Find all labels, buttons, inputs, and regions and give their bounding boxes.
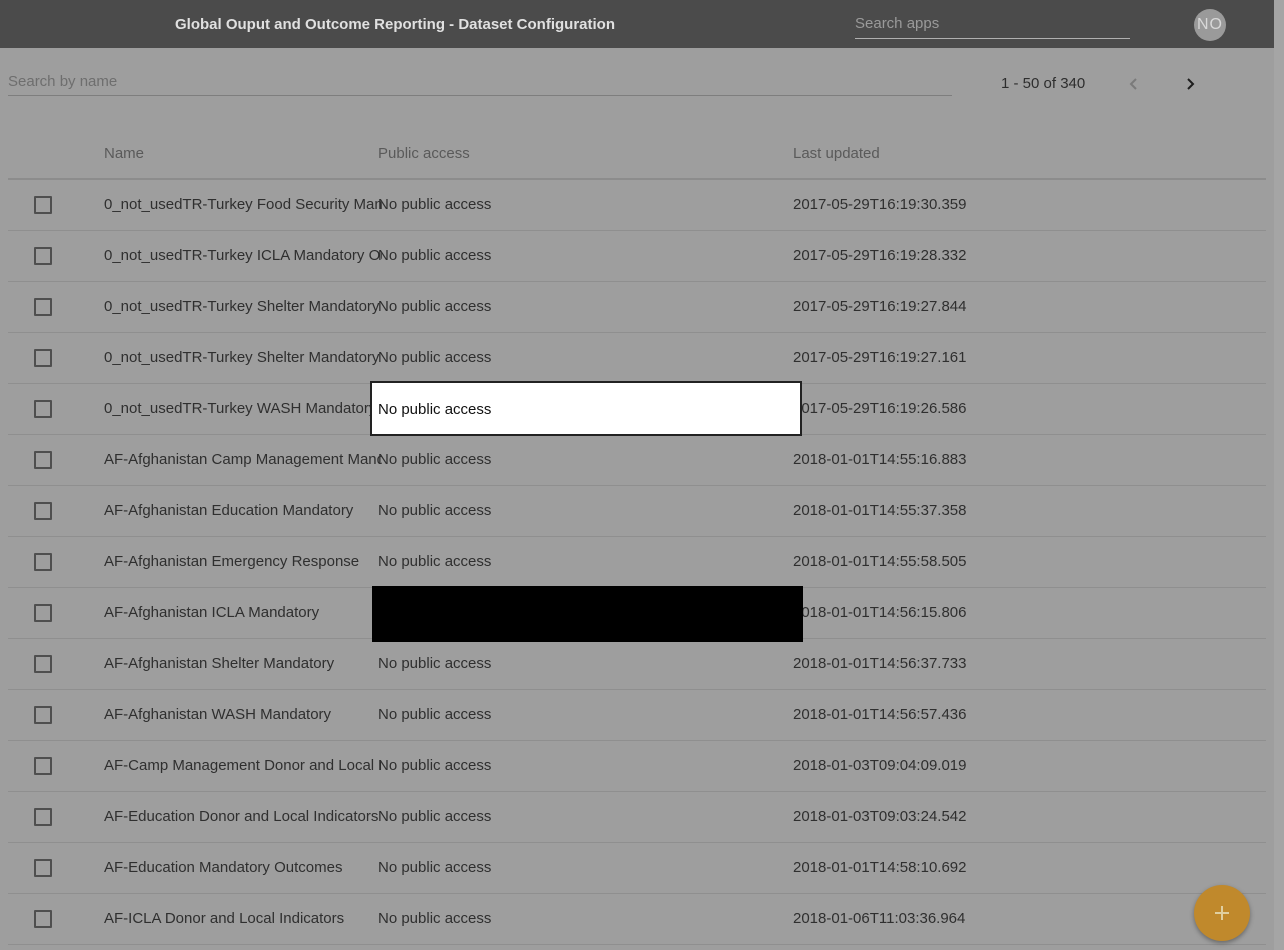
chevron-left-icon (1129, 78, 1137, 90)
chevron-right-icon (1187, 78, 1195, 90)
cell-name: 0_not_usedTR-Turkey WASH Mandatory (104, 400, 377, 417)
cell-public-access: No public access (378, 859, 492, 876)
table-row[interactable]: 0_not_usedTR-Turkey Food Security Mandat… (8, 180, 1266, 231)
row-checkbox[interactable] (34, 247, 52, 265)
row-checkbox[interactable] (34, 553, 52, 571)
cell-public-access: No public access (378, 553, 492, 570)
cell-name: AF-Afghanistan ICLA Mandatory (104, 604, 320, 621)
column-header-public-access[interactable]: Public access (378, 145, 470, 162)
add-dataset-button[interactable] (1194, 885, 1250, 941)
avatar[interactable]: NO (1194, 9, 1226, 41)
next-page-button[interactable] (1176, 70, 1204, 98)
cell-last-updated: 2018-01-01T14:55:58.505 (793, 553, 967, 570)
cell-name: AF-Afghanistan Camp Management Mandatory (104, 451, 382, 468)
cell-name: AF-Camp Management Donor and Local Indic… (104, 757, 382, 774)
previous-page-button[interactable] (1120, 70, 1148, 98)
table-row[interactable]: AF-Education Donor and Local Indicators N… (8, 792, 1266, 843)
row-checkbox[interactable] (34, 757, 52, 775)
column-header-name[interactable]: Name (104, 145, 144, 162)
cell-last-updated: 2018-01-01T14:58:10.692 (793, 859, 967, 876)
cell-public-access: No public access (378, 298, 492, 315)
row-checkbox[interactable] (34, 859, 52, 877)
table-header: Name Public access Last updated (8, 130, 1266, 180)
plus-icon (1215, 906, 1229, 920)
table-row[interactable]: AF-Afghanistan WASH Mandatory No public a… (8, 690, 1266, 741)
cell-public-access: No public access (378, 757, 492, 774)
scrollbar[interactable] (1274, 0, 1284, 950)
cell-public-access: No public access (378, 706, 492, 723)
table-row[interactable]: 0_not_usedTR-Turkey Shelter Mandatory No … (8, 282, 1266, 333)
table-body: 0_not_usedTR-Turkey Food Security Mandat… (8, 180, 1266, 945)
search-by-name-input[interactable] (8, 68, 952, 96)
app-title: Global Ouput and Outcome Reporting - Dat… (175, 16, 615, 33)
row-checkbox[interactable] (34, 349, 52, 367)
cell-name: 0_not_usedTR-Turkey ICLA Mandatory Outco… (104, 247, 382, 264)
cell-last-updated: 2017-05-29T16:19:27.844 (793, 298, 967, 315)
table-row[interactable]: AF-Afghanistan Emergency Response No publ… (8, 537, 1266, 588)
row-checkbox[interactable] (34, 706, 52, 724)
search-apps-input[interactable] (855, 8, 1130, 39)
cell-last-updated: 2018-01-01T14:55:16.883 (793, 451, 967, 468)
cell-public-access: No public access (378, 502, 492, 519)
cell-public-access: No public access (378, 247, 492, 264)
table-row[interactable]: 0_not_usedTR-Turkey ICLA Mandatory Outco… (8, 231, 1266, 282)
table-row[interactable]: AF-Camp Management Donor and Local Indic… (8, 741, 1266, 792)
cell-public-access: No public access (378, 655, 492, 672)
cell-public-access: No public access (378, 349, 492, 366)
row-checkbox[interactable] (34, 451, 52, 469)
table-row[interactable]: AF-Afghanistan Camp Management Mandatory… (8, 435, 1266, 486)
cell-name: 0_not_usedTR-Turkey Food Security Mandat… (104, 196, 382, 213)
row-checkbox[interactable] (34, 196, 52, 214)
cell-last-updated: 2018-01-01T14:55:37.358 (793, 502, 967, 519)
cell-last-updated: 2018-01-01T14:56:37.733 (793, 655, 967, 672)
cell-last-updated: 2017-05-29T16:19:26.586 (793, 400, 967, 417)
cell-name: 0_not_usedTR-Turkey Shelter Mandatory (104, 298, 380, 315)
cell-name: AF-Education Mandatory Outcomes (104, 859, 343, 876)
cell-name: AF-Afghanistan Emergency Response (104, 553, 360, 570)
cell-last-updated: 2018-01-03T09:04:09.019 (793, 757, 967, 774)
row-checkbox[interactable] (34, 502, 52, 520)
cell-name: 0_not_usedTR-Turkey Shelter Mandatory (104, 349, 380, 366)
cell-last-updated: 2017-05-29T16:19:30.359 (793, 196, 967, 213)
row-checkbox[interactable] (34, 910, 52, 928)
cell-last-updated: 2017-05-29T16:19:27.161 (793, 349, 967, 366)
table-row[interactable]: AF-Afghanistan Education Mandatory No pub… (8, 486, 1266, 537)
table-row[interactable]: AF-Education Mandatory Outcomes No public… (8, 843, 1266, 894)
popup-text: No public access (378, 401, 492, 418)
cell-last-updated: 2018-01-01T14:56:15.806 (793, 604, 967, 621)
cell-name: AF-ICLA Donor and Local Indicators (104, 910, 345, 927)
cell-last-updated: 2017-05-29T16:19:28.332 (793, 247, 967, 264)
row-checkbox[interactable] (34, 298, 52, 316)
column-header-last-updated[interactable]: Last updated (793, 145, 880, 162)
pagination-range: 1 - 50 of 340 (1001, 75, 1086, 92)
row-checkbox[interactable] (34, 604, 52, 622)
table-row[interactable]: AF-ICLA Donor and Local Indicators No pub… (8, 894, 1266, 945)
blacked-out-cell (372, 586, 803, 642)
public-access-popup[interactable]: No public access (370, 381, 802, 436)
cell-public-access: No public access (378, 196, 492, 213)
table-row[interactable]: AF-Afghanistan Shelter Mandatory No publi… (8, 639, 1266, 690)
cell-last-updated: 2018-01-01T14:56:57.436 (793, 706, 967, 723)
app-header: Global Ouput and Outcome Reporting - Dat… (0, 0, 1274, 48)
table-row[interactable]: 0_not_usedTR-Turkey Shelter Mandatory No … (8, 333, 1266, 384)
cell-public-access: No public access (378, 808, 492, 825)
row-checkbox[interactable] (34, 655, 52, 673)
cell-public-access: No public access (378, 451, 492, 468)
cell-name: AF-Education Donor and Local Indicators (104, 808, 379, 825)
row-checkbox[interactable] (34, 400, 52, 418)
cell-name: AF-Afghanistan Shelter Mandatory (104, 655, 335, 672)
cell-last-updated: 2018-01-03T09:03:24.542 (793, 808, 967, 825)
cell-last-updated: 2018-01-06T11:03:36.964 (793, 910, 966, 927)
cell-name: AF-Afghanistan WASH Mandatory (104, 706, 332, 723)
cell-name: AF-Afghanistan Education Mandatory (104, 502, 354, 519)
row-checkbox[interactable] (34, 808, 52, 826)
cell-public-access: No public access (378, 910, 492, 927)
